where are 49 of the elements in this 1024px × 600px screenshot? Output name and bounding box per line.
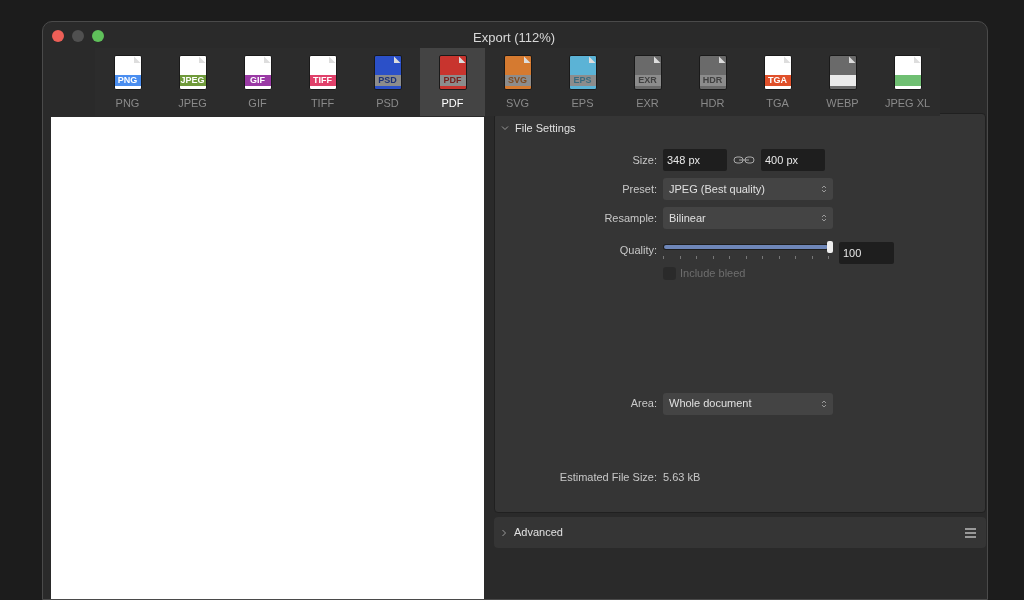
dropdown[interactable]: Whole document: [663, 392, 833, 415]
field-label: Area:: [629, 396, 657, 412]
file-size-value: 5.63 kB: [663, 469, 701, 485]
stepper-arrows-icon: [821, 213, 827, 223]
format-tab[interactable]: PSD PSD: [355, 48, 420, 116]
format-tab[interactable]: JPEG XL: [875, 48, 940, 116]
input-field[interactable]: 348 px: [663, 149, 727, 171]
dropdown[interactable]: JPEG (Best quality): [663, 178, 833, 200]
file-icon: SVG: [503, 55, 532, 90]
format-tab[interactable]: SVG SVG: [485, 48, 550, 116]
section-title[interactable]: File Settings: [515, 119, 576, 137]
format-tab[interactable]: EPS EPS: [550, 48, 615, 116]
close-button[interactable]: [52, 30, 64, 42]
stepper-arrows-icon: [821, 398, 827, 409]
field-label: Estimated File Size:: [558, 469, 657, 485]
field-label: Preset:: [621, 181, 657, 197]
window-title: Export (112%): [473, 29, 556, 47]
file-icon: [893, 55, 922, 90]
format-tab[interactable]: TGA TGA: [745, 48, 810, 116]
dropdown[interactable]: Bilinear: [663, 207, 833, 229]
field-label: Size:: [631, 152, 657, 168]
quality-slider[interactable]: [663, 240, 833, 253]
format-tab[interactable]: JPEG JPEG: [160, 48, 225, 116]
format-tab[interactable]: EXR EXR: [615, 48, 680, 116]
file-icon: GIF: [243, 55, 272, 90]
format-tab[interactable]: HDR HDR: [680, 48, 745, 116]
file-icon: EPS: [568, 55, 597, 90]
file-icon: TGA: [763, 55, 792, 90]
file-icon: PDF: [438, 55, 467, 90]
file-icon: HDR: [698, 55, 727, 90]
file-icon: PNG: [113, 55, 142, 90]
format-tab[interactable]: WEBP: [810, 48, 875, 116]
file-icon: PSD: [373, 55, 402, 90]
field-label: Resample:: [603, 210, 657, 226]
link-icon[interactable]: [733, 155, 755, 165]
format-tab[interactable]: GIF GIF: [225, 48, 290, 116]
format-tab[interactable]: PNG PNG: [95, 48, 160, 116]
zoom-button[interactable]: [92, 30, 104, 42]
file-icon: EXR: [633, 55, 662, 90]
stepper-arrows-icon: [821, 184, 827, 194]
input-field[interactable]: 400 px: [761, 149, 825, 171]
file-icon: JPEG: [178, 55, 207, 90]
field-label: Quality:: [618, 242, 657, 258]
file-icon: TIFF: [308, 55, 337, 90]
input-field[interactable]: 100: [839, 242, 894, 264]
format-tab[interactable]: PDF PDF: [420, 48, 485, 116]
section-title[interactable]: Advanced: [514, 524, 959, 541]
menu-icon[interactable]: [965, 527, 976, 538]
format-tab[interactable]: TIFF TIFF: [290, 48, 355, 116]
